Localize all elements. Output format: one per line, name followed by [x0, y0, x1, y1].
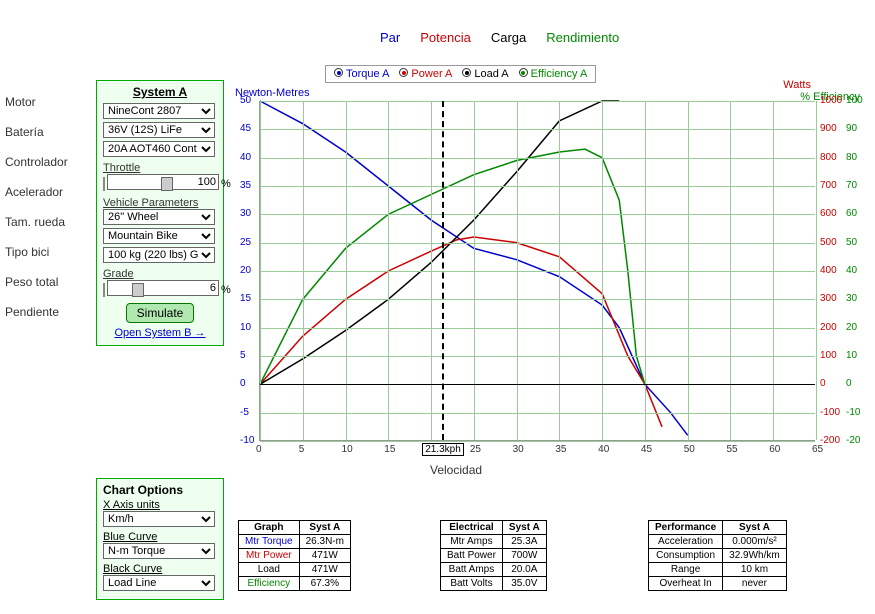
cursor-label: 21.3kph — [422, 443, 464, 456]
label-rendimiento: Rendimiento — [546, 30, 619, 45]
table-row: Range10 km — [649, 563, 787, 577]
system-a-title: System A — [103, 85, 217, 99]
vehicle-params-label: Vehicle Parameters — [103, 197, 217, 209]
bike-select[interactable]: Mountain Bike — [103, 228, 215, 244]
y-axis-right-watts-label: Watts — [783, 79, 811, 91]
black-curve-select[interactable]: Load Line — [103, 575, 215, 591]
legend-load[interactable]: Load A — [462, 68, 508, 80]
label-par: Par — [380, 30, 400, 45]
label-pendiente: Pendiente — [5, 305, 85, 333]
label-tipo-bici: Tipo bici — [5, 245, 85, 273]
chart-legend: Torque A Power A Load A Efficiency A — [325, 65, 596, 83]
label-acelerador: Acelerador — [5, 185, 85, 213]
weight-select[interactable]: 100 kg (220 lbs) G — [103, 247, 215, 263]
chart-options-panel: Chart Options X Axis units Km/h Blue Cur… — [96, 478, 224, 600]
x-axis-label: Velocidad — [430, 463, 482, 477]
table-row: Overheat Innever — [649, 577, 787, 591]
label-bateria: Batería — [5, 125, 85, 153]
table-row: Batt Volts35.0V — [441, 577, 547, 591]
table-row: Mtr Amps25.3A — [441, 535, 547, 549]
legend-torque[interactable]: Torque A — [334, 68, 389, 80]
table-row: Consumption32.9Wh/km — [649, 549, 787, 563]
grade-slider[interactable] — [103, 283, 105, 297]
table-row: Acceleration0.000m/s² — [649, 535, 787, 549]
open-system-b-link[interactable]: Open System B → — [103, 327, 217, 339]
chart-area: Torque A Power A Load A Efficiency A New… — [235, 65, 855, 475]
label-potencia: Potencia — [420, 30, 471, 45]
legend-efficiency[interactable]: Efficiency A — [519, 68, 588, 80]
performance-table: PerformanceSyst A Acceleration0.000m/s²C… — [648, 520, 787, 591]
motor-select[interactable]: NineCont 2807 — [103, 103, 215, 119]
x-axis-units-select[interactable]: Km/h — [103, 511, 215, 527]
electrical-table: ElectricalSyst A Mtr Amps25.3ABatt Power… — [440, 520, 547, 591]
table-row: Mtr Power471W — [239, 549, 351, 563]
battery-select[interactable]: 36V (12S) LiFe — [103, 122, 215, 138]
chart-cursor[interactable] — [442, 101, 444, 440]
plot-area[interactable]: 05101520253035404550556065-10-200-20-5-1… — [259, 101, 815, 441]
table-row: Load471W — [239, 563, 351, 577]
table-row: Mtr Torque26.3N-m — [239, 535, 351, 549]
table-row: Batt Amps20.0A — [441, 563, 547, 577]
simulate-button[interactable]: Simulate — [126, 303, 195, 323]
label-controlador: Controlador — [5, 155, 85, 183]
x-axis-units-label: X Axis units — [103, 499, 217, 511]
grade-value[interactable] — [107, 280, 219, 296]
black-curve-label: Black Curve — [103, 563, 217, 575]
table-row: Batt Power700W — [441, 549, 547, 563]
system-a-panel: System A NineCont 2807 36V (12S) LiFe 20… — [96, 80, 224, 346]
grade-label: Grade — [103, 268, 217, 280]
legend-power[interactable]: Power A — [399, 68, 452, 80]
top-curve-labels: Par Potencia Carga Rendimiento — [380, 30, 619, 45]
label-motor: Motor — [5, 95, 85, 123]
throttle-label: Throttle — [103, 162, 217, 174]
blue-curve-select[interactable]: N-m Torque — [103, 543, 215, 559]
wheel-select[interactable]: 26" Wheel — [103, 209, 215, 225]
blue-curve-label: Blue Curve — [103, 531, 217, 543]
graph-table: GraphSyst A Mtr Torque26.3N-mMtr Power47… — [238, 520, 351, 591]
throttle-slider[interactable] — [103, 177, 105, 191]
side-field-labels: Motor Batería Controlador Acelerador Tam… — [5, 95, 85, 335]
chart-options-title: Chart Options — [103, 483, 217, 497]
label-carga: Carga — [491, 30, 526, 45]
table-row: Efficiency67.3% — [239, 577, 351, 591]
controller-select[interactable]: 20A AOT460 Cont — [103, 141, 215, 157]
label-peso: Peso total — [5, 275, 85, 303]
label-tam-rueda: Tam. rueda — [5, 215, 85, 243]
